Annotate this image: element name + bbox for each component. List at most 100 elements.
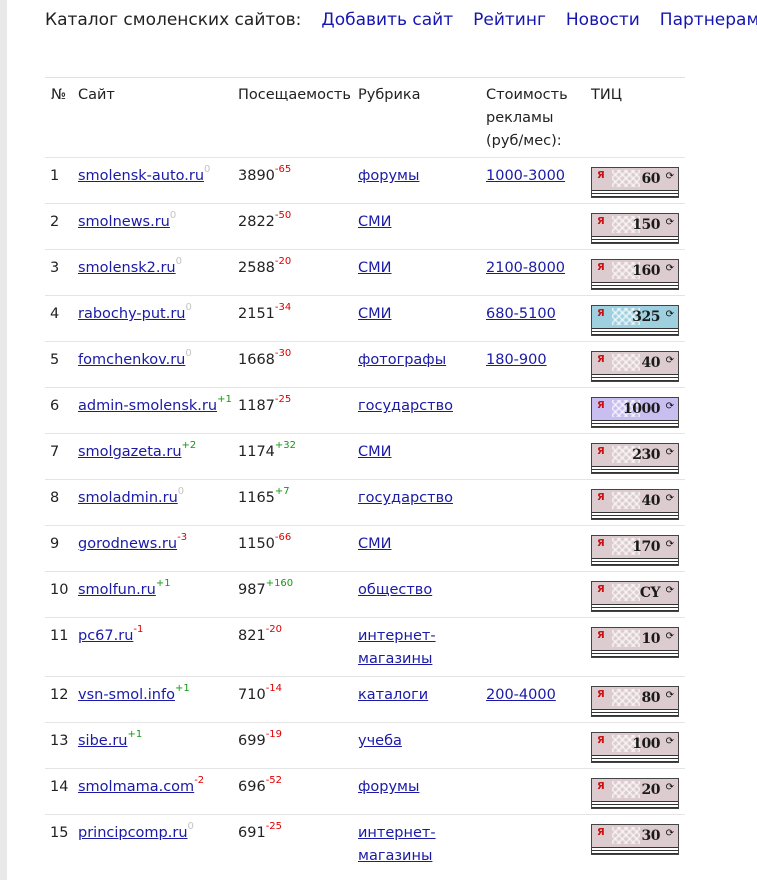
- table-body: 1 smolensk-auto.ru0 3890-65 форумы 1000-3000…: [45, 157, 685, 873]
- visits-change: -52: [265, 775, 283, 787]
- refresh-icon: ⟳: [665, 171, 674, 182]
- site-link[interactable]: smolfun.ru: [78, 582, 156, 598]
- yandex-tic-badge[interactable]: Я 80 ⟳: [591, 686, 679, 717]
- category-cell: СМИ: [352, 249, 480, 296]
- price-cell: 2100-8000: [480, 249, 585, 296]
- category-cell: СМИ: [352, 203, 480, 250]
- table-row: 4 rabochy-put.ru0 2151-34 СМИ 680-5100 Я 325 ⟳: [45, 295, 685, 342]
- ad-price-link[interactable]: 2100-8000: [486, 260, 565, 276]
- ad-price-link[interactable]: 180-900: [486, 352, 547, 368]
- visits-cell: 821-20: [232, 617, 352, 677]
- visits-change: -30: [274, 348, 292, 360]
- yandex-tic-badge[interactable]: Я 230 ⟳: [591, 443, 679, 474]
- site-cell: vsn-smol.info+1: [72, 676, 232, 723]
- category-link[interactable]: СМИ: [358, 260, 391, 276]
- yandex-tic-badge[interactable]: Я 100 ⟳: [591, 732, 679, 763]
- yandex-logo-icon: Я: [597, 827, 605, 838]
- yandex-tic-badge[interactable]: Я 30 ⟳: [591, 824, 679, 855]
- refresh-icon: ⟳: [665, 309, 674, 320]
- category-link[interactable]: форумы: [358, 168, 419, 184]
- table-row: 5 fomchenkov.ru0 1668-30 фотографы 180-900 Я 4…: [45, 341, 685, 388]
- visits-cell: 1187-25: [232, 387, 352, 434]
- tic-value: 1000: [623, 401, 660, 417]
- site-link[interactable]: smolnews.ru: [78, 214, 170, 230]
- category-cell: СМИ: [352, 295, 480, 342]
- nav-rating-link[interactable]: Рейтинг: [473, 10, 546, 30]
- nav-news-link[interactable]: Новости: [566, 10, 640, 30]
- site-link[interactable]: rabochy-put.ru: [78, 306, 185, 322]
- header-num: №: [51, 87, 67, 103]
- site-link[interactable]: fomchenkov.ru: [78, 352, 185, 368]
- table-row: 14 smolmama.com-2 696-52 форумы Я 20 ⟳: [45, 768, 685, 815]
- category-cell: СМИ: [352, 525, 480, 572]
- site-link[interactable]: smolgazeta.ru: [78, 444, 182, 460]
- tic-value: 160: [632, 263, 660, 279]
- visits-value: 2588: [238, 260, 275, 276]
- category-link[interactable]: государство: [358, 398, 453, 414]
- price-cell: [480, 203, 585, 250]
- site-link[interactable]: smolensk2.ru: [78, 260, 176, 276]
- yandex-tic-badge[interactable]: Я 60 ⟳: [591, 167, 679, 198]
- category-link[interactable]: учеба: [358, 733, 402, 749]
- ad-price-link[interactable]: 680-5100: [486, 306, 556, 322]
- category-link[interactable]: форумы: [358, 779, 419, 795]
- category-link[interactable]: СМИ: [358, 536, 391, 552]
- category-link[interactable]: фотографы: [358, 352, 446, 368]
- yandex-tic-badge[interactable]: Я 20 ⟳: [591, 778, 679, 809]
- category-link[interactable]: СМИ: [358, 444, 391, 460]
- category-link[interactable]: СМИ: [358, 214, 391, 230]
- yandex-tic-badge[interactable]: Я 10 ⟳: [591, 627, 679, 658]
- nav-partners-link[interactable]: Партнерам: [660, 10, 757, 30]
- visits-value: 710: [238, 687, 266, 703]
- row-number: 2: [45, 203, 72, 250]
- site-cell: smolensk2.ru0: [72, 249, 232, 296]
- category-link[interactable]: государство: [358, 490, 453, 506]
- category-link[interactable]: СМИ: [358, 306, 391, 322]
- category-link[interactable]: интернет-магазины: [358, 825, 436, 864]
- yandex-tic-badge[interactable]: Я 170 ⟳: [591, 535, 679, 566]
- yandex-tic-badge[interactable]: Я 160 ⟳: [591, 259, 679, 290]
- site-link[interactable]: gorodnews.ru: [78, 536, 177, 552]
- site-link[interactable]: sibe.ru: [78, 733, 127, 749]
- ad-price-link[interactable]: 1000-3000: [486, 168, 565, 184]
- yandex-logo-icon: Я: [597, 170, 605, 181]
- yandex-tic-badge[interactable]: Я 1000 ⟳: [591, 397, 679, 428]
- site-link[interactable]: smolmama.com: [78, 779, 194, 795]
- category-cell: форумы: [352, 157, 480, 204]
- site-rank-change: -2: [194, 775, 205, 787]
- category-link[interactable]: каталоги: [358, 687, 428, 703]
- category-link[interactable]: интернет-магазины: [358, 628, 436, 667]
- tic-badge-pattern: [612, 630, 640, 647]
- yandex-tic-badge[interactable]: Я 150 ⟳: [591, 213, 679, 244]
- site-cell: smoladmin.ru0: [72, 479, 232, 526]
- tic-value: 40: [641, 493, 661, 509]
- category-link[interactable]: общество: [358, 582, 432, 598]
- visits-value: 3890: [238, 168, 275, 184]
- refresh-icon: ⟳: [665, 355, 674, 366]
- site-link[interactable]: smoladmin.ru: [78, 490, 178, 506]
- table-row: 2 smolnews.ru0 2822-50 СМИ Я 150 ⟳: [45, 203, 685, 250]
- visits-cell: 691-25: [232, 814, 352, 873]
- visits-cell: 987+160: [232, 571, 352, 618]
- site-link[interactable]: smolensk-auto.ru: [78, 168, 204, 184]
- site-rank-change: 0: [177, 486, 185, 498]
- visits-value: 987: [238, 582, 266, 598]
- site-link[interactable]: vsn-smol.info: [78, 687, 175, 703]
- nav-add-site-link[interactable]: Добавить сайт: [321, 10, 453, 30]
- yandex-tic-badge[interactable]: Я 40 ⟳: [591, 351, 679, 382]
- visits-change: -65: [274, 164, 292, 176]
- site-link[interactable]: principcomp.ru: [78, 825, 188, 841]
- site-rank-change: 0: [204, 164, 211, 176]
- site-link[interactable]: admin-smolensk.ru: [78, 398, 217, 414]
- sites-rating-table: № Сайт Посещаемость Рубрика Стоимость ре…: [45, 83, 685, 873]
- ad-price-link[interactable]: 200-4000: [486, 687, 556, 703]
- yandex-tic-badge[interactable]: Я CY ⟳: [591, 581, 679, 612]
- visits-value: 1150: [238, 536, 275, 552]
- site-cell: principcomp.ru0: [72, 814, 232, 873]
- site-link[interactable]: pc67.ru: [78, 628, 133, 644]
- table-row: 8 smoladmin.ru0 1165+7 государство Я 40 ⟳: [45, 479, 685, 526]
- yandex-tic-badge[interactable]: Я 325 ⟳: [591, 305, 679, 336]
- site-rank-change: +1: [155, 578, 171, 590]
- yandex-tic-badge[interactable]: Я 40 ⟳: [591, 489, 679, 520]
- yandex-logo-icon: Я: [597, 630, 605, 641]
